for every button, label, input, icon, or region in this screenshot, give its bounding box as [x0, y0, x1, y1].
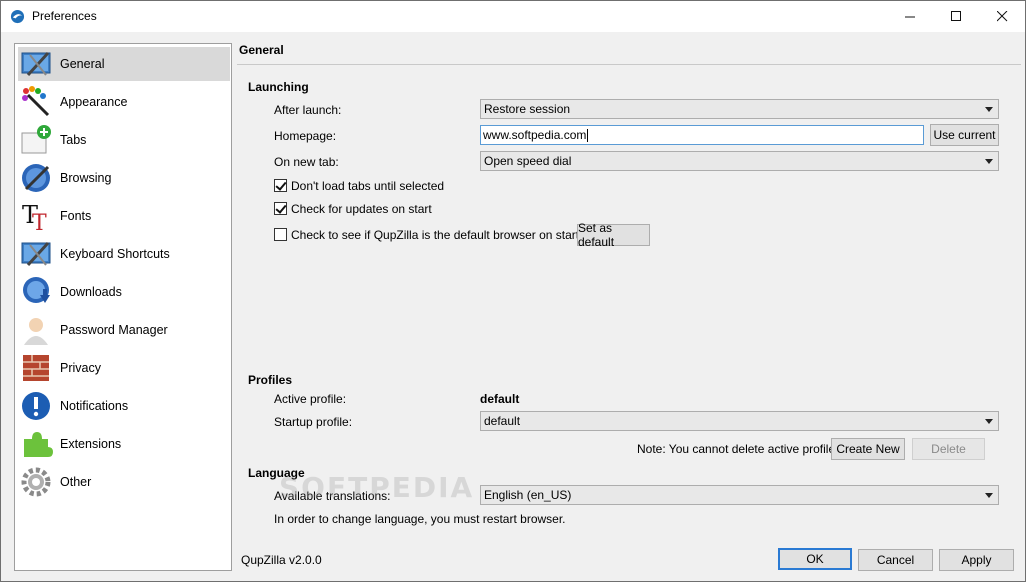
startup-profile-select[interactable]: default: [480, 411, 999, 431]
tabs-icon: [21, 125, 51, 154]
other-icon: [21, 467, 51, 497]
browsing-icon: [22, 164, 50, 192]
default-browser-checkbox[interactable]: [274, 228, 287, 241]
new-tab-value: Open speed dial: [484, 154, 572, 168]
sidebar-item-tabs[interactable]: Tabs: [18, 123, 230, 157]
downloads-icon: [23, 277, 50, 303]
check-updates-checkbox[interactable]: [274, 202, 287, 215]
maximize-icon: [950, 11, 961, 21]
default-browser-label: Check to see if QupZilla is the default …: [291, 228, 593, 242]
after-launch-select[interactable]: Restore session: [480, 99, 999, 119]
homepage-input[interactable]: www.softpedia.com: [480, 125, 924, 145]
profiles-heading: Profiles: [248, 373, 293, 387]
sidebar-item-extensions[interactable]: Extensions: [18, 427, 230, 461]
sidebar-item-label: Keyboard Shortcuts: [60, 247, 170, 261]
sidebar-item-notifications[interactable]: Notifications: [18, 389, 230, 423]
active-profile-label: Active profile:: [274, 392, 347, 406]
sidebar-item-label: Browsing: [60, 171, 112, 185]
sidebar-item-label: Notifications: [60, 399, 129, 413]
page-title: General: [239, 43, 284, 57]
qupzilla-logo-icon: [10, 9, 25, 24]
privacy-icon: [23, 355, 49, 381]
preferences-window: Preferences General Appearance Tabs Brow…: [0, 0, 1026, 582]
close-button[interactable]: [979, 1, 1025, 32]
sidebar-item-password-manager[interactable]: Password Manager: [18, 313, 230, 347]
translations-select[interactable]: English (en_US): [480, 485, 999, 505]
restart-note: In order to change language, you must re…: [274, 512, 566, 526]
ok-button[interactable]: OK: [778, 548, 852, 570]
sidebar-item-browsing[interactable]: Browsing: [18, 161, 230, 195]
svg-text:T: T: [32, 211, 47, 233]
sidebar-category-list: General Appearance Tabs Browsing T T Fon…: [14, 43, 232, 571]
window-title: Preferences: [32, 9, 97, 23]
after-launch-value: Restore session: [484, 102, 571, 116]
sidebar-item-label: Password Manager: [60, 323, 168, 337]
title-divider: [237, 64, 1021, 65]
softpedia-watermark: SOFTPEDIA: [279, 471, 475, 504]
use-current-button[interactable]: Use current: [930, 124, 999, 146]
minimize-button[interactable]: [887, 1, 933, 32]
sidebar-item-label: General: [60, 57, 105, 71]
sidebar-item-keyboard-shortcuts[interactable]: Keyboard Shortcuts: [18, 237, 230, 271]
appearance-icon: [22, 86, 50, 117]
delete-profile-note: Note: You cannot delete active profile.: [637, 442, 839, 456]
delete-profile-button[interactable]: Delete: [912, 438, 985, 460]
set-as-default-button[interactable]: Set as default: [577, 221, 650, 249]
dropdown-arrow-icon: [985, 159, 993, 164]
dropdown-arrow-icon: [985, 107, 993, 112]
keyboard-shortcuts-icon: [21, 241, 51, 267]
title-bar: Preferences: [1, 1, 1025, 32]
sidebar-item-label: Other: [60, 475, 92, 489]
startup-profile-value: default: [484, 414, 521, 428]
startup-profile-label: Startup profile:: [274, 415, 353, 429]
sidebar-item-downloads[interactable]: Downloads: [18, 275, 230, 309]
apply-button[interactable]: Apply: [939, 549, 1014, 571]
new-tab-label: On new tab:: [274, 155, 339, 169]
dont-load-tabs-checkbox[interactable]: [274, 179, 287, 192]
extensions-icon: [24, 432, 53, 457]
sidebar-item-label: Tabs: [60, 133, 87, 147]
notifications-icon: [22, 392, 50, 420]
sidebar-item-privacy[interactable]: Privacy: [18, 351, 230, 385]
fonts-icon: T T: [22, 201, 47, 233]
close-icon: [996, 11, 1007, 22]
create-new-profile-button[interactable]: Create New: [831, 438, 905, 460]
sidebar-item-appearance[interactable]: Appearance: [18, 85, 230, 119]
homepage-label: Homepage:: [274, 129, 337, 143]
launching-heading: Launching: [248, 80, 309, 94]
maximize-button[interactable]: [933, 1, 979, 32]
sidebar-item-label: Privacy: [60, 361, 101, 375]
sidebar-item-general[interactable]: General: [18, 47, 230, 81]
text-caret: [587, 128, 589, 142]
sidebar-item-label: Fonts: [60, 209, 92, 223]
sidebar-item-label: Appearance: [60, 95, 128, 109]
sidebar-item-label: Downloads: [60, 285, 122, 299]
password-manager-icon: [24, 318, 48, 345]
check-updates-label: Check for updates on start: [291, 202, 432, 216]
dont-load-tabs-label: Don't load tabs until selected: [291, 179, 445, 193]
sidebar-item-other[interactable]: Other: [18, 465, 230, 499]
dropdown-arrow-icon: [985, 493, 993, 498]
after-launch-label: After launch:: [274, 103, 342, 117]
homepage-value: www.softpedia.com: [483, 128, 587, 142]
cancel-button[interactable]: Cancel: [858, 549, 933, 571]
minimize-icon: [904, 16, 915, 18]
active-profile-value: default: [480, 392, 520, 406]
sidebar-item-label: Extensions: [60, 437, 122, 451]
version-label: QupZilla v2.0.0: [241, 553, 322, 567]
general-icon: [21, 51, 51, 77]
dropdown-arrow-icon: [985, 419, 993, 424]
sidebar-item-fonts[interactable]: T T Fonts: [18, 199, 230, 233]
translations-value: English (en_US): [484, 488, 572, 502]
new-tab-select[interactable]: Open speed dial: [480, 151, 999, 171]
